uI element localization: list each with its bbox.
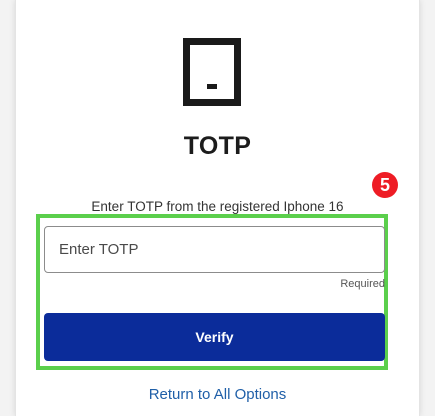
step-number-badge: 5: [372, 172, 398, 198]
return-to-all-options-link[interactable]: Return to All Options: [0, 386, 435, 403]
mobile-device-icon: [183, 38, 241, 106]
instruction-text: Enter TOTP from the registered Iphone 16: [91, 199, 344, 214]
page-title: TOTP: [183, 132, 252, 160]
verify-button[interactable]: Verify: [44, 313, 385, 361]
totp-input[interactable]: [44, 226, 385, 273]
required-label: Required: [340, 278, 385, 290]
